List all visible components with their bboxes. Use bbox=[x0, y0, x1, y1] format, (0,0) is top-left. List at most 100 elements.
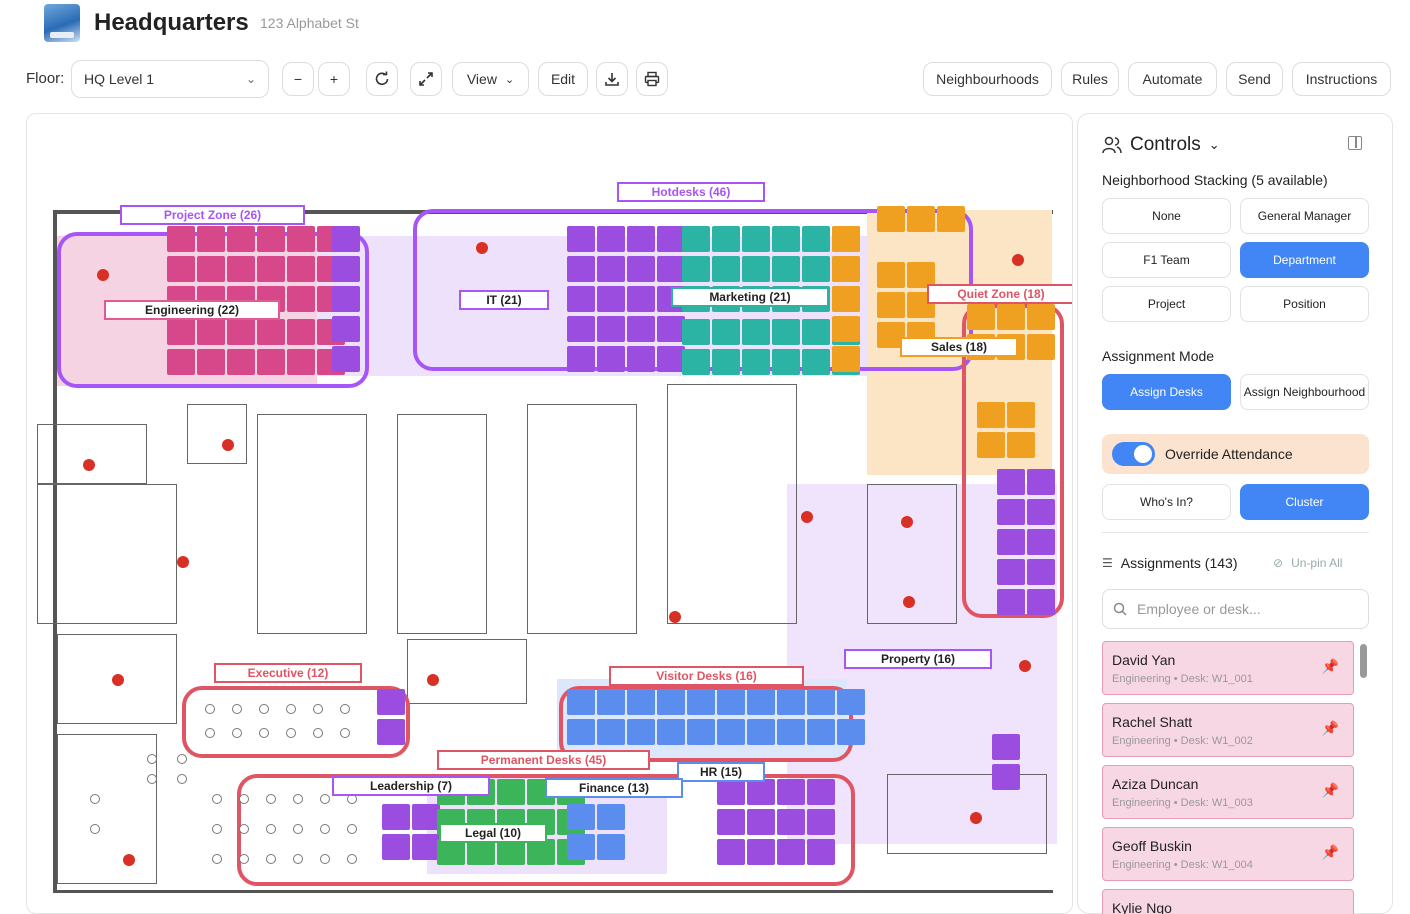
desk-marker[interactable] bbox=[597, 804, 625, 830]
desk-marker[interactable] bbox=[992, 764, 1020, 790]
desk-marker[interactable] bbox=[627, 286, 655, 312]
desk-marker[interactable] bbox=[567, 256, 595, 282]
desk-marker[interactable] bbox=[837, 689, 865, 715]
desk-marker[interactable] bbox=[977, 432, 1005, 458]
desk-marker[interactable] bbox=[807, 689, 835, 715]
desk-marker[interactable] bbox=[597, 834, 625, 860]
desk-marker[interactable] bbox=[742, 256, 770, 282]
desk-marker[interactable] bbox=[997, 589, 1025, 615]
desk-marker[interactable] bbox=[802, 319, 830, 345]
desk-marker[interactable] bbox=[412, 834, 440, 860]
whos-in-button[interactable]: Who's In? bbox=[1102, 484, 1231, 520]
desk-marker[interactable] bbox=[1027, 529, 1055, 555]
automate-button[interactable]: Automate bbox=[1128, 62, 1217, 96]
desk-marker[interactable] bbox=[997, 529, 1025, 555]
desk-marker[interactable] bbox=[742, 319, 770, 345]
pin-icon[interactable]: 📌 bbox=[1322, 658, 1339, 675]
desk-marker[interactable] bbox=[567, 286, 595, 312]
desk-marker[interactable] bbox=[567, 834, 595, 860]
desk-marker[interactable] bbox=[712, 319, 740, 345]
desk-marker[interactable] bbox=[1027, 559, 1055, 585]
desk-marker[interactable] bbox=[777, 809, 805, 835]
desk-marker[interactable] bbox=[977, 402, 1005, 428]
desk-marker[interactable] bbox=[747, 719, 775, 745]
desk-marker[interactable] bbox=[1027, 499, 1055, 525]
desk-marker[interactable] bbox=[772, 256, 800, 282]
collapse-panel-icon[interactable] bbox=[1348, 136, 1362, 150]
pin-icon[interactable]: 📌 bbox=[1322, 844, 1339, 861]
zone-label-project[interactable]: Project Zone (26) bbox=[120, 205, 305, 225]
desk-marker[interactable] bbox=[832, 286, 860, 312]
desk-marker[interactable] bbox=[747, 839, 775, 865]
desk-marker[interactable] bbox=[227, 256, 255, 282]
desk-marker[interactable] bbox=[832, 316, 860, 342]
assignment-card[interactable]: Kylie Ngo bbox=[1102, 889, 1354, 914]
assignment-search[interactable]: Employee or desk... bbox=[1102, 589, 1369, 629]
desk-marker[interactable] bbox=[687, 689, 715, 715]
desk-marker[interactable] bbox=[1027, 334, 1055, 360]
desk-marker[interactable] bbox=[657, 316, 685, 342]
desk-marker[interactable] bbox=[712, 256, 740, 282]
desk-marker[interactable] bbox=[747, 809, 775, 835]
stacking-f1-team-button[interactable]: F1 Team bbox=[1102, 242, 1231, 278]
zone-label-executive[interactable]: Executive (12) bbox=[214, 663, 362, 683]
desk-marker[interactable] bbox=[682, 349, 710, 375]
desk-marker[interactable] bbox=[907, 206, 935, 232]
zoom-in-button[interactable]: + bbox=[318, 62, 350, 96]
zone-label-quiet-zone[interactable]: Quiet Zone (18) bbox=[927, 284, 1072, 304]
zone-label-finance[interactable]: Finance (13) bbox=[545, 778, 683, 798]
print-button[interactable] bbox=[636, 62, 668, 96]
assign-neighbourhood-button[interactable]: Assign Neighbourhood bbox=[1240, 374, 1369, 410]
desk-marker[interactable] bbox=[197, 319, 225, 345]
desk-marker[interactable] bbox=[257, 319, 285, 345]
neighbourhoods-button[interactable]: Neighbourhoods bbox=[923, 62, 1052, 96]
desk-marker[interactable] bbox=[717, 689, 745, 715]
zone-label-permanent-desks[interactable]: Permanent Desks (45) bbox=[437, 750, 650, 770]
stacking-department-button[interactable]: Department bbox=[1240, 242, 1369, 278]
desk-marker[interactable] bbox=[1027, 589, 1055, 615]
stacking-none-button[interactable]: None bbox=[1102, 198, 1231, 234]
assignment-card[interactable]: David Yan Engineering • Desk: W1_001 📌 bbox=[1102, 641, 1354, 695]
desk-marker[interactable] bbox=[287, 286, 315, 312]
desk-marker[interactable] bbox=[967, 304, 995, 330]
desk-marker[interactable] bbox=[227, 319, 255, 345]
desk-marker[interactable] bbox=[682, 319, 710, 345]
assignment-card[interactable]: Geoff Buskin Engineering • Desk: W1_004 … bbox=[1102, 827, 1354, 881]
desk-marker[interactable] bbox=[567, 719, 595, 745]
edit-button[interactable]: Edit bbox=[538, 62, 588, 96]
unpin-all-button[interactable]: ⊘ Un-pin All bbox=[1273, 556, 1342, 570]
assignment-card[interactable]: Rachel Shatt Engineering • Desk: W1_002 … bbox=[1102, 703, 1354, 757]
desk-marker[interactable] bbox=[772, 349, 800, 375]
desk-marker[interactable] bbox=[687, 719, 715, 745]
zone-label-hr[interactable]: HR (15) bbox=[677, 762, 765, 782]
zone-label-it[interactable]: IT (21) bbox=[459, 290, 549, 310]
desk-marker[interactable] bbox=[382, 804, 410, 830]
desk-marker[interactable] bbox=[807, 719, 835, 745]
desk-marker[interactable] bbox=[1007, 432, 1035, 458]
desk-marker[interactable] bbox=[877, 292, 905, 318]
desk-marker[interactable] bbox=[777, 779, 805, 805]
desk-marker[interactable] bbox=[197, 349, 225, 375]
desk-marker[interactable] bbox=[377, 719, 405, 745]
floor-plan-map[interactable]: Project Zone (26) Hotdesks (46) Engineer… bbox=[26, 113, 1073, 914]
desk-marker[interactable] bbox=[377, 689, 405, 715]
desk-marker[interactable] bbox=[627, 316, 655, 342]
desk-marker[interactable] bbox=[332, 256, 360, 282]
desk-marker[interactable] bbox=[627, 256, 655, 282]
desk-marker[interactable] bbox=[567, 226, 595, 252]
instructions-button[interactable]: Instructions bbox=[1292, 62, 1391, 96]
download-button[interactable] bbox=[596, 62, 628, 96]
assignments-scrollbar[interactable] bbox=[1360, 644, 1367, 678]
assignment-card[interactable]: Aziza Duncan Engineering • Desk: W1_003 … bbox=[1102, 765, 1354, 819]
desk-marker[interactable] bbox=[567, 804, 595, 830]
desk-marker[interactable] bbox=[747, 779, 775, 805]
desk-marker[interactable] bbox=[807, 779, 835, 805]
desk-marker[interactable] bbox=[597, 256, 625, 282]
desk-marker[interactable] bbox=[1027, 469, 1055, 495]
desk-marker[interactable] bbox=[997, 469, 1025, 495]
desk-marker[interactable] bbox=[657, 689, 685, 715]
desk-marker[interactable] bbox=[717, 839, 745, 865]
desk-marker[interactable] bbox=[167, 226, 195, 252]
desk-marker[interactable] bbox=[832, 256, 860, 282]
desk-marker[interactable] bbox=[777, 839, 805, 865]
